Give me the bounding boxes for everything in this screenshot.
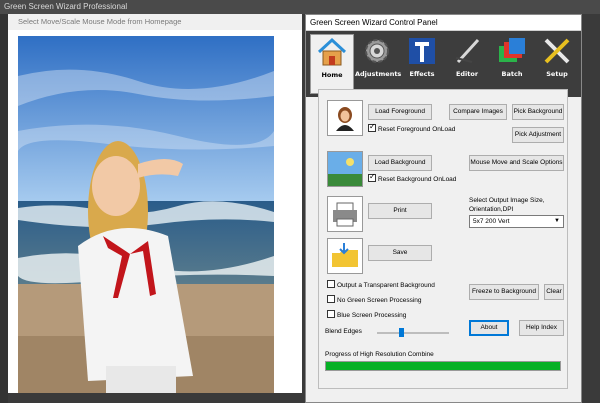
control-panel-window: Green Screen Wizard Control Panel Home A… <box>305 14 582 403</box>
progress-label: Progress of High Resolution Combine <box>325 351 434 358</box>
gear-icon <box>365 39 389 63</box>
beach-girl-photo <box>18 36 274 393</box>
checkbox-box[interactable] <box>368 172 376 182</box>
pick-background-button[interactable]: Pick Background <box>512 104 564 120</box>
app-title-bar: Green Screen Wizard Professional <box>0 0 600 14</box>
toolbar-adjustments[interactable]: Adjustments <box>355 34 401 94</box>
save-button[interactable]: Save <box>368 245 432 261</box>
checkbox-box[interactable] <box>368 122 376 132</box>
pick-adjustment-button[interactable]: Pick Adjustment <box>512 127 564 143</box>
blend-edges-label: Blend Edges <box>325 328 362 335</box>
toolbar-editor[interactable]: Editor <box>445 34 489 94</box>
chevron-down-icon: ▼ <box>554 218 560 224</box>
control-panel-title: Green Screen Wizard Control Panel <box>306 15 581 31</box>
about-button[interactable]: About <box>469 320 509 336</box>
home-panel: Load Foreground Compare Images Pick Back… <box>318 89 568 389</box>
print-button[interactable]: Print <box>368 203 432 219</box>
load-background-button[interactable]: Load Background <box>368 155 432 171</box>
printer-icon <box>328 197 362 231</box>
photo-status-header: Select Move/Scale Mouse Mode from Homepa… <box>8 14 302 30</box>
reset-background-checkbox[interactable]: Reset Background OnLoad <box>368 172 456 184</box>
composited-photo[interactable] <box>18 36 274 393</box>
effects-letter-icon <box>409 38 435 64</box>
transparent-background-checkbox[interactable]: Output a Transparent Background <box>327 280 435 290</box>
main-toolbar: Home Adjustments Effects Editor Batch Se… <box>306 31 581 97</box>
photo-preview-area <box>8 30 302 393</box>
toolbar-setup[interactable]: Setup <box>535 34 579 94</box>
toolbar-effects[interactable]: Effects <box>400 34 444 94</box>
mouse-move-scale-button[interactable]: Mouse Move and Scale Options <box>469 155 564 171</box>
checkbox-box[interactable] <box>327 280 335 288</box>
save-folder-icon <box>328 239 362 273</box>
printer-thumbnail <box>327 196 363 232</box>
landscape-icon <box>328 152 362 186</box>
reset-foreground-checkbox[interactable]: Reset Foreground OnLoad <box>368 122 455 134</box>
output-size-select[interactable]: 5x7 200 Vert ▼ <box>469 215 564 228</box>
house-icon <box>317 37 347 66</box>
foreground-thumbnail <box>327 100 363 136</box>
background-thumbnail <box>327 151 363 187</box>
left-panel-edge <box>0 14 8 403</box>
paintbrush-icon <box>455 38 480 64</box>
blend-edges-slider[interactable] <box>398 328 404 337</box>
checkbox-box[interactable] <box>327 295 335 303</box>
person-icon <box>328 101 362 135</box>
clear-button[interactable]: Clear <box>544 284 564 300</box>
compare-images-button[interactable]: Compare Images <box>449 104 507 120</box>
blue-screen-checkbox[interactable]: Blue Screen Processing <box>327 310 406 320</box>
high-resolution-progress-bar <box>325 361 561 371</box>
blend-edges-track[interactable] <box>377 332 449 334</box>
no-green-screen-checkbox[interactable]: No Green Screen Processing <box>327 295 422 305</box>
save-thumbnail <box>327 238 363 274</box>
wrench-screwdriver-icon <box>544 38 570 64</box>
checkbox-box[interactable] <box>327 310 335 318</box>
stacked-images-icon <box>499 38 525 62</box>
help-index-button[interactable]: Help Index <box>519 320 564 336</box>
toolbar-batch[interactable]: Batch <box>490 34 534 94</box>
freeze-to-background-button[interactable]: Freeze to Background <box>469 284 539 300</box>
output-size-label: Select Output Image Size, Orientation,DP… <box>469 197 545 213</box>
toolbar-home[interactable]: Home <box>310 34 354 94</box>
load-foreground-button[interactable]: Load Foreground <box>368 104 432 120</box>
